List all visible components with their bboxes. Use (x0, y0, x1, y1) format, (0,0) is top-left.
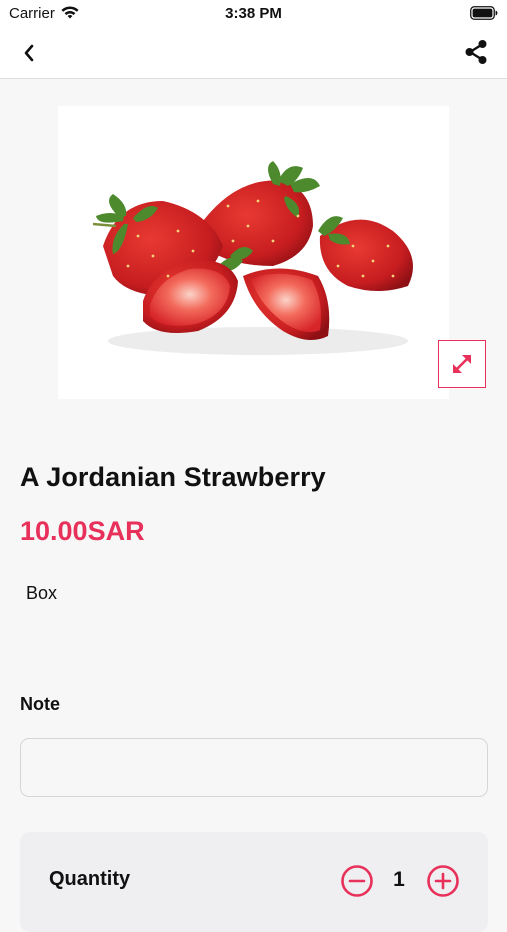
chevron-left-icon (24, 44, 34, 62)
quantity-label: Quantity (49, 868, 131, 890)
quantity-value: 1 (393, 868, 405, 891)
minus-circle-icon[interactable] (340, 864, 374, 898)
plus-circle-icon[interactable] (426, 864, 460, 898)
status-bar: Carrier 3:38 PM (0, 0, 507, 28)
back-button[interactable] (14, 38, 44, 68)
product-unit: Box (26, 583, 58, 603)
share-button[interactable] (461, 37, 491, 67)
nav-bar (0, 28, 507, 79)
status-time: 3:38 PM (225, 5, 282, 22)
strawberries-image (92, 161, 413, 355)
battery-icon (470, 6, 498, 20)
product-title: A Jordanian Strawberry (20, 462, 326, 492)
note-input[interactable] (20, 738, 488, 797)
share-icon (465, 40, 487, 64)
expand-arrows-icon (453, 355, 471, 373)
quantity-card: Quantity 1 (20, 832, 488, 932)
product-image-card[interactable] (58, 106, 449, 399)
product-price: 10.00SAR (20, 516, 145, 546)
note-label: Note (20, 694, 60, 714)
expand-image-button[interactable] (438, 340, 486, 388)
